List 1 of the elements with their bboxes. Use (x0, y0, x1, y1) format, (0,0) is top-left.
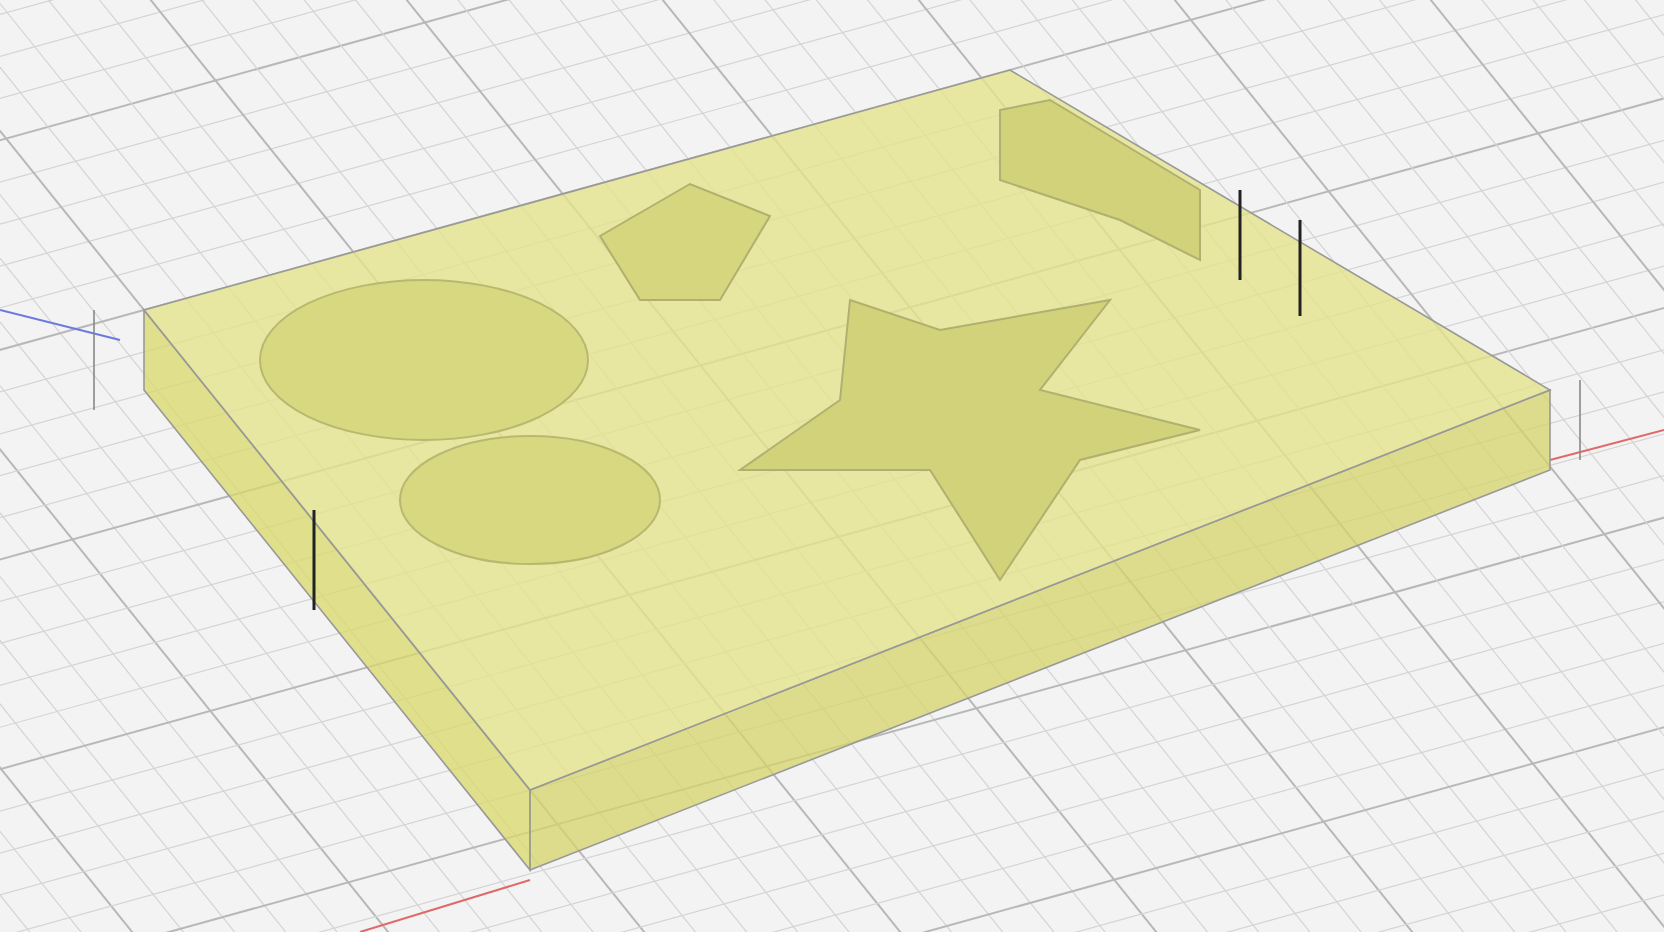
y-axis-line (0, 309, 121, 341)
